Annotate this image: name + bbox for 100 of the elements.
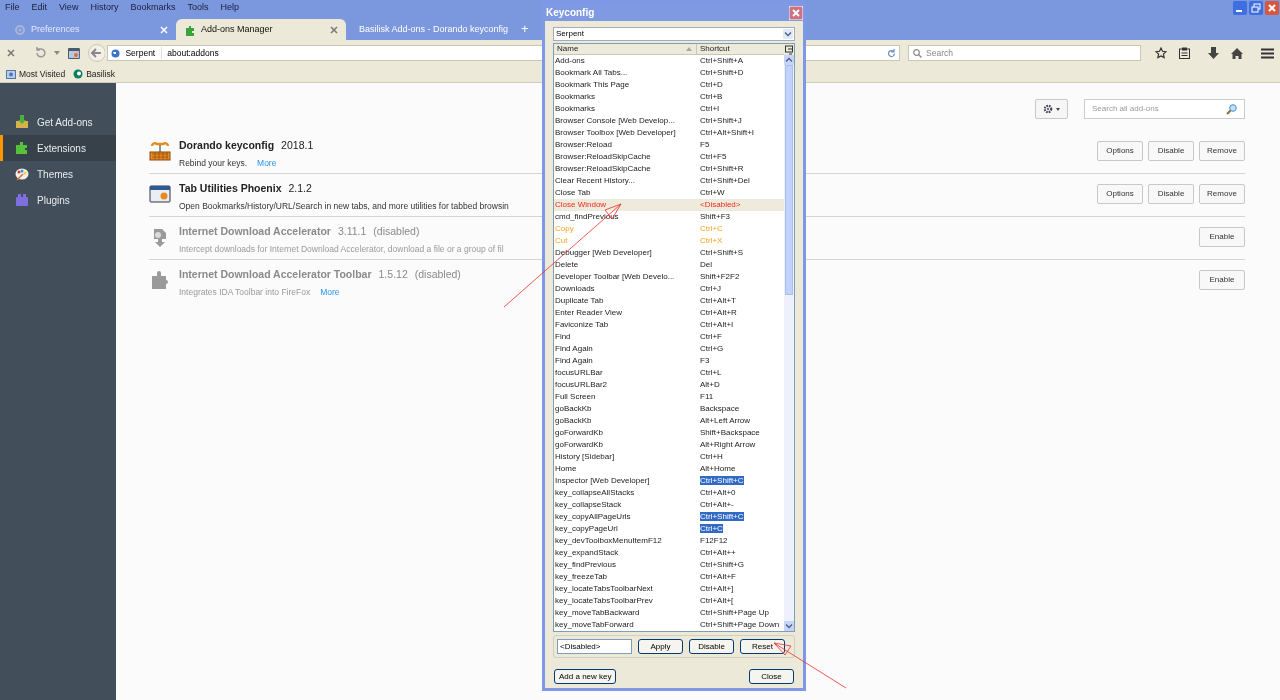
shortcut-row[interactable]: goForwardKb Alt+Right Arrow <box>554 439 784 451</box>
key-input-field[interactable]: <Disabled> <box>557 639 632 654</box>
menu-item[interactable]: History <box>90 1 119 15</box>
shortcut-row[interactable]: key_freezeTab Ctrl+Alt+F <box>554 571 784 583</box>
add-key-button[interactable]: Add a new key <box>554 669 617 684</box>
close-button[interactable]: Close <box>749 669 794 684</box>
shortcut-row[interactable]: Find Again Ctrl+G <box>554 343 784 355</box>
dialog-button[interactable]: Reset <box>740 639 785 654</box>
shortcut-row[interactable]: key_moveTabBackward Ctrl+Shift+Page Up <box>554 607 784 619</box>
shortcut-row[interactable]: key_moveTabForward Ctrl+Shift+Page Down <box>554 619 784 631</box>
column-header[interactable]: Name <box>554 44 697 54</box>
shortcut-row[interactable]: goForwardKb Shift+Backspace <box>554 427 784 439</box>
addon-button[interactable]: Options <box>1097 141 1143 161</box>
shortcut-name: Downloads <box>554 283 596 295</box>
download-icon[interactable] <box>1208 47 1219 59</box>
shortcut-row[interactable]: key_copyAllPageUrls Ctrl+Shift+C <box>554 511 784 523</box>
scrollbar-thumb[interactable] <box>785 65 793 295</box>
column-picker-icon[interactable] <box>784 44 794 55</box>
restore-icon[interactable] <box>1249 1 1263 15</box>
shortcut-row[interactable]: Bookmark All Tabs... Ctrl+Shift+D <box>554 67 784 79</box>
shortcut-row[interactable]: Bookmarks Ctrl+I <box>554 103 784 115</box>
screenshot-icon[interactable] <box>67 47 80 59</box>
undo-icon[interactable] <box>33 47 46 59</box>
menu-item[interactable]: Edit <box>31 1 48 15</box>
close-icon[interactable] <box>330 25 338 34</box>
palette-icon <box>15 167 29 181</box>
addon-button[interactable]: Disable <box>1148 141 1194 161</box>
shortcut-row[interactable]: key_copyPageUrl Ctrl+C <box>554 523 784 535</box>
scrollbar[interactable] <box>784 55 794 631</box>
shortcut-row[interactable]: Find Ctrl+F <box>554 331 784 343</box>
shortcut-row[interactable]: Inspector [Web Developer] Ctrl+Shift+C <box>554 475 784 487</box>
close-icon[interactable] <box>1265 1 1279 15</box>
shortcut-row[interactable]: key_locateTabsToolbarNext Ctrl+Alt+] <box>554 583 784 595</box>
addon-button[interactable]: Remove <box>1199 141 1245 161</box>
shortcut-row[interactable]: Find Again F3 <box>554 355 784 367</box>
menu-item[interactable]: Help <box>220 1 239 15</box>
shortcut-row[interactable]: Browser:ReloadSkipCache Ctrl+Shift+R <box>554 163 784 175</box>
dialog-button[interactable]: Disable <box>689 639 734 654</box>
tools-menu-button[interactable] <box>1035 99 1068 119</box>
menu-icon[interactable] <box>1261 47 1274 59</box>
shortcut-row[interactable]: Developer Toolbar [Web Develo... Shift+F2F2 <box>554 271 784 283</box>
star-icon[interactable] <box>1155 47 1167 59</box>
shortcut-name: Bookmarks <box>554 103 596 115</box>
addon-button[interactable]: Options <box>1097 184 1143 204</box>
bookmark-item[interactable]: Most Visited <box>6 67 66 81</box>
shortcut-row[interactable]: Browser:Reload F5 <box>554 139 784 151</box>
shortcut-row[interactable]: Debugger [Web Developer] Ctrl+Shift+S <box>554 247 784 259</box>
browser-tab[interactable]: Add-ons Manager <box>176 19 346 40</box>
clipboard-icon[interactable] <box>1179 47 1190 59</box>
addon-button[interactable]: Disable <box>1148 184 1194 204</box>
shortcut-name: goBackKb <box>554 403 593 415</box>
shortcut-row[interactable]: key_expandStack Ctrl+Alt++ <box>554 547 784 559</box>
shortcut-name: key_moveTabBackward <box>554 607 641 619</box>
column-header[interactable]: Shortcut <box>697 44 784 54</box>
shortcut-row[interactable]: Full Screen F11 <box>554 391 784 403</box>
shortcut-row[interactable]: focusURLBar Ctrl+L <box>554 367 784 379</box>
menu-item[interactable]: Bookmarks <box>130 1 176 15</box>
addon-button[interactable]: Remove <box>1199 184 1245 204</box>
shortcut-row[interactable]: Home Alt+Home <box>554 463 784 475</box>
home-icon[interactable] <box>1231 47 1243 59</box>
shortcut-row[interactable]: Browser:ReloadSkipCache Ctrl+F5 <box>554 151 784 163</box>
shortcut-row[interactable]: History [Sidebar] Ctrl+H <box>554 451 784 463</box>
sidebar-item[interactable]: Extensions <box>0 135 116 161</box>
back-icon[interactable] <box>87 44 106 62</box>
shortcut-row[interactable]: Faviconize Tab Ctrl+Alt+I <box>554 319 784 331</box>
profile-dropdown[interactable]: Serpent <box>553 27 795 41</box>
shortcut-row[interactable]: Bookmark This Page Ctrl+D <box>554 79 784 91</box>
shortcut-row[interactable]: key_locateTabsToolbarPrev Ctrl+Alt+[ <box>554 595 784 607</box>
shortcut-row[interactable]: focusURLBar2 Alt+D <box>554 379 784 391</box>
minimize-icon[interactable] <box>1233 1 1247 15</box>
bookmark-item[interactable]: Basilisk <box>73 67 115 81</box>
shortcut-row[interactable]: goBackKb Alt+Left Arrow <box>554 415 784 427</box>
shortcut-keys: Alt+Right Arrow <box>700 440 756 449</box>
menu-item[interactable]: File <box>5 1 20 15</box>
menu-item[interactable]: Tools <box>187 1 209 15</box>
shortcut-row[interactable]: Clear Recent History... Ctrl+Shift+Del <box>554 175 784 187</box>
search-field[interactable]: Search <box>908 45 1141 61</box>
menu-item[interactable]: View <box>59 1 79 15</box>
stop-icon[interactable] <box>6 48 16 58</box>
shortcut-row[interactable]: key_collapseAllStacks Ctrl+Alt+0 <box>554 487 784 499</box>
sidebar-item[interactable]: Get Add-ons <box>0 109 116 135</box>
shortcut-row[interactable]: Duplicate Tab Ctrl+Alt+T <box>554 295 784 307</box>
shortcut-row[interactable]: key_findPrevious Ctrl+Shift+G <box>554 559 784 571</box>
shortcut-row[interactable]: Browser Console [Web Develop... Ctrl+Shift+J <box>554 115 784 127</box>
chevron-down-icon[interactable] <box>784 621 794 631</box>
shortcut-row[interactable]: Downloads Ctrl+J <box>554 283 784 295</box>
dialog-button[interactable]: Apply <box>638 639 683 654</box>
shortcut-row[interactable]: Browser Toolbox [Web Developer] Ctrl+Alt+Shift+I <box>554 127 784 139</box>
sidebar-item[interactable]: Themes <box>0 161 116 187</box>
shortcut-row[interactable]: key_devToolboxMenuItemF12 F12F12 <box>554 535 784 547</box>
sidebar-item[interactable]: Plugins <box>0 187 116 213</box>
shortcut-row[interactable]: key_collapseStack Ctrl+Alt+- <box>554 499 784 511</box>
caret-icon[interactable] <box>53 51 60 55</box>
shortcut-row[interactable]: goBackKb Backspace <box>554 403 784 415</box>
shortcut-row[interactable]: Bookmarks Ctrl+B <box>554 91 784 103</box>
shortcut-row[interactable]: Close Window <Disabled> <box>554 199 784 211</box>
reload-icon[interactable] <box>887 48 897 58</box>
shortcut-row[interactable]: Delete Del <box>554 259 784 271</box>
shortcut-row[interactable]: Enter Reader View Ctrl+Alt+R <box>554 307 784 319</box>
shortcut-row[interactable]: Close Tab Ctrl+W <box>554 187 784 199</box>
